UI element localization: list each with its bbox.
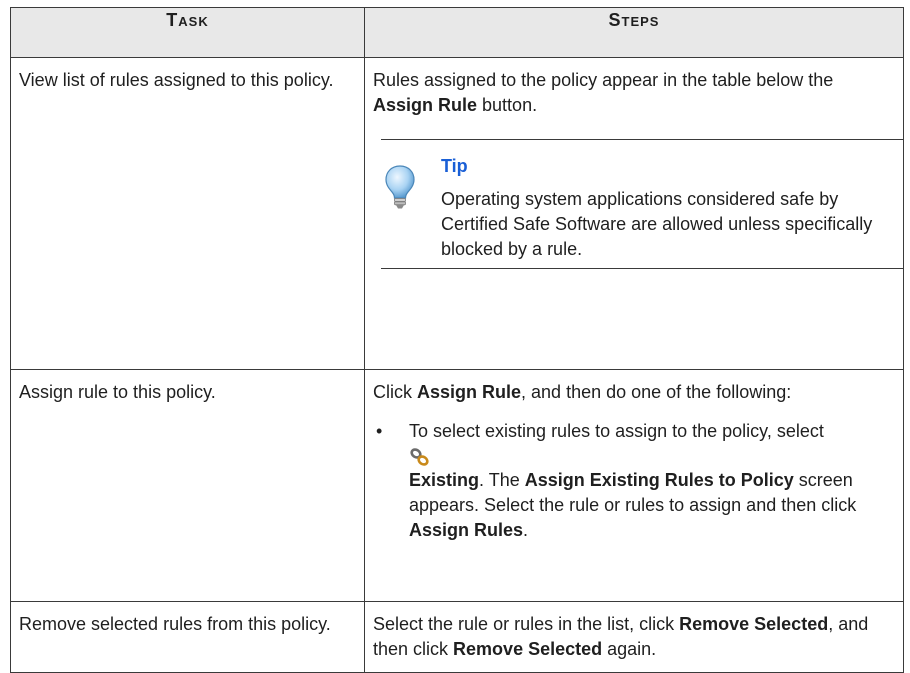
- tip-title: Tip: [441, 156, 468, 176]
- task-cell: Assign rule to this policy.: [10, 369, 365, 602]
- assign-rule-term: Assign Rule: [373, 95, 478, 115]
- header-task: Task: [10, 7, 365, 58]
- table-row: View list of rules assigned to this poli…: [10, 57, 904, 370]
- steps-cell: Rules assigned to the policy appear in t…: [364, 57, 904, 370]
- table-row: Remove selected rules from this policy. …: [10, 601, 904, 673]
- task-cell: Remove selected rules from this policy.: [10, 601, 365, 673]
- existing-term: Existing: [409, 470, 480, 490]
- table-row: Assign rule to this policy. Click Assign…: [10, 369, 904, 602]
- steps-cell: Click Assign Rule, and then do one of th…: [364, 369, 904, 602]
- lightbulb-icon: [385, 165, 415, 209]
- steps-text: Click Assign Rule, and then do one of th…: [373, 382, 792, 402]
- assign-existing-rules-term: Assign Existing Rules to Policy: [524, 470, 794, 490]
- tip-text: Operating system applications considered…: [441, 189, 873, 259]
- steps-cell: Select the rule or rules in the list, cl…: [364, 601, 904, 673]
- assign-rules-term: Assign Rules: [409, 520, 524, 540]
- assign-rule-term: Assign Rule: [417, 382, 522, 402]
- remove-selected-term: Remove Selected: [453, 639, 603, 659]
- table-header-row: Task Steps: [10, 7, 904, 58]
- steps-text: Select the rule or rules in the list, cl…: [373, 614, 869, 659]
- task-cell: View list of rules assigned to this poli…: [10, 57, 365, 370]
- tip-box: Tip Operating system applications consid…: [381, 139, 903, 269]
- bullet-mark: •: [376, 421, 383, 441]
- task-steps-table: Task Steps View list of rules assigned t…: [10, 7, 904, 673]
- header-steps: Steps: [364, 7, 904, 58]
- list-item: • To select existing rules to assign to …: [376, 421, 857, 540]
- remove-selected-term: Remove Selected: [679, 614, 829, 634]
- link-icon: [410, 448, 429, 466]
- steps-text: Rules assigned to the policy appear in t…: [373, 70, 834, 115]
